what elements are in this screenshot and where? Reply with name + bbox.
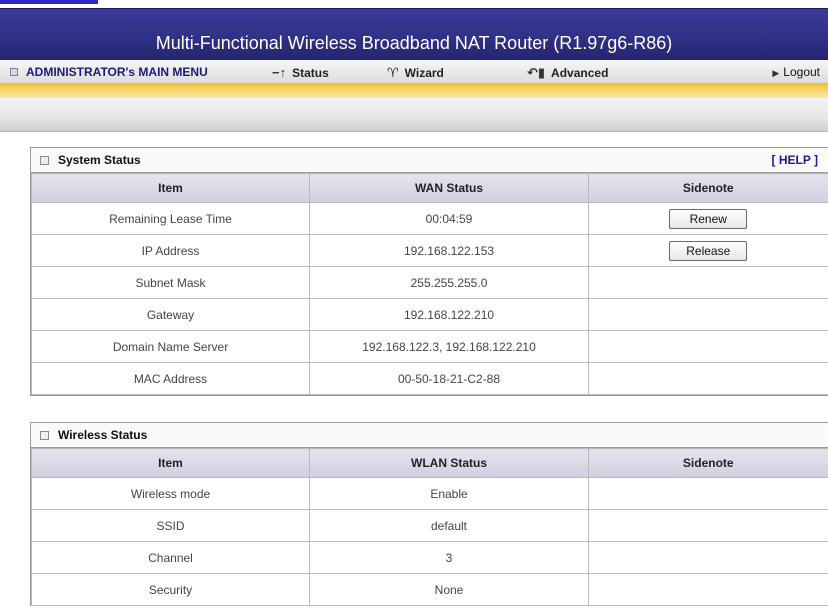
square-bullet-icon	[10, 68, 18, 76]
row-item-label: Security	[31, 573, 310, 606]
table-row: Channel 3	[31, 541, 828, 574]
status-person-icon: −↑	[272, 65, 287, 80]
column-header-item: Item	[31, 448, 310, 478]
row-sidenote	[588, 477, 828, 510]
decorative-band-gray	[0, 98, 828, 132]
row-item-label: Gateway	[31, 298, 310, 331]
wireless-status-table: Item WLAN Status Sidenote Wireless mode …	[31, 448, 828, 606]
row-item-label: SSID	[31, 509, 310, 542]
table-row: Wireless mode Enable	[31, 477, 828, 510]
row-value: None	[309, 573, 589, 606]
release-button[interactable]: Release	[669, 240, 748, 261]
row-value: 00-50-18-21-C2-88	[309, 362, 589, 395]
row-value: Enable	[309, 477, 589, 510]
row-value: 00:04:59	[309, 202, 589, 235]
status-menu-item[interactable]: −↑ Status	[272, 65, 329, 80]
table-row: IP Address 192.168.122.153 Release	[31, 234, 828, 267]
row-item-label: Wireless mode	[31, 477, 310, 510]
row-sidenote	[588, 362, 828, 395]
wireless-status-title: Wireless Status	[58, 428, 148, 442]
row-value: 192.168.122.3, 192.168.122.210	[309, 330, 589, 363]
row-sidenote: Release	[588, 234, 828, 267]
row-value: 192.168.122.210	[309, 298, 589, 331]
table-header-row: Item WLAN Status Sidenote	[31, 448, 828, 478]
table-row: Security None	[31, 573, 828, 606]
row-value: 192.168.122.153	[309, 234, 589, 267]
row-sidenote	[588, 298, 828, 331]
row-item-label: MAC Address	[31, 362, 310, 395]
wizard-label: Wizard	[404, 66, 444, 80]
admin-main-menu-link[interactable]: ADMINISTRATOR's MAIN MENU	[10, 65, 208, 79]
system-status-header: System Status [ HELP ]	[31, 148, 828, 173]
table-row: Gateway 192.168.122.210	[31, 298, 828, 331]
row-item-label: Channel	[31, 541, 310, 574]
page-title: Multi-Functional Wireless Broadband NAT …	[155, 33, 673, 53]
advanced-label: Advanced	[551, 66, 609, 80]
row-sidenote: Renew	[588, 202, 828, 235]
top-accent-line	[0, 0, 98, 4]
wizard-menu-item[interactable]: ♈ Wizard	[387, 65, 444, 81]
square-bullet-icon	[40, 431, 49, 440]
row-item-label: Domain Name Server	[31, 330, 310, 363]
row-item-label: Subnet Mask	[31, 266, 310, 299]
wireless-status-panel: Wireless Status Item WLAN Status Sidenot…	[30, 422, 828, 606]
advanced-icon: ↶▮	[527, 65, 546, 80]
renew-button[interactable]: Renew	[669, 208, 748, 229]
system-status-title: System Status	[58, 153, 141, 167]
column-header-wan-status: WAN Status	[309, 173, 589, 203]
row-value: 3	[309, 541, 589, 574]
logout-link[interactable]: ▶ Logout	[772, 65, 820, 79]
status-label: Status	[292, 66, 329, 80]
table-header-row: Item WAN Status Sidenote	[31, 173, 828, 203]
column-header-wlan-status: WLAN Status	[309, 448, 589, 478]
system-status-table: Item WAN Status Sidenote Remaining Lease…	[31, 173, 828, 395]
wireless-status-header: Wireless Status	[31, 423, 828, 448]
admin-menu-label: ADMINISTRATOR's MAIN MENU	[26, 65, 208, 79]
system-status-panel: System Status [ HELP ] Item WAN Status S…	[30, 147, 828, 396]
row-sidenote	[588, 330, 828, 363]
row-item-label: IP Address	[31, 234, 310, 267]
arrow-right-icon: ▶	[772, 68, 780, 78]
help-link[interactable]: [ HELP ]	[772, 153, 818, 167]
decorative-band	[0, 84, 828, 98]
row-item-label: Remaining Lease Time	[31, 202, 310, 235]
row-sidenote	[588, 509, 828, 542]
table-row: MAC Address 00-50-18-21-C2-88	[31, 362, 828, 395]
table-row: Subnet Mask 255.255.255.0	[31, 266, 828, 299]
table-row: Domain Name Server 192.168.122.3, 192.16…	[31, 330, 828, 363]
row-value: 255.255.255.0	[309, 266, 589, 299]
square-bullet-icon	[40, 156, 49, 165]
wizard-icon: ♈	[387, 65, 399, 80]
row-sidenote	[588, 266, 828, 299]
row-value: default	[309, 509, 589, 542]
table-row: Remaining Lease Time 00:04:59 Renew	[31, 202, 828, 235]
advanced-menu-item[interactable]: ↶▮ Advanced	[527, 65, 608, 81]
logout-label: Logout	[783, 65, 820, 79]
column-header-sidenote: Sidenote	[588, 173, 828, 203]
row-sidenote	[588, 541, 828, 574]
table-row: SSID default	[31, 509, 828, 542]
row-sidenote	[588, 573, 828, 606]
header-banner: Multi-Functional Wireless Broadband NAT …	[0, 8, 828, 60]
main-menu-bar: ADMINISTRATOR's MAIN MENU −↑ Status ♈ Wiza…	[0, 60, 828, 84]
column-header-sidenote: Sidenote	[588, 448, 828, 478]
column-header-item: Item	[31, 173, 310, 203]
